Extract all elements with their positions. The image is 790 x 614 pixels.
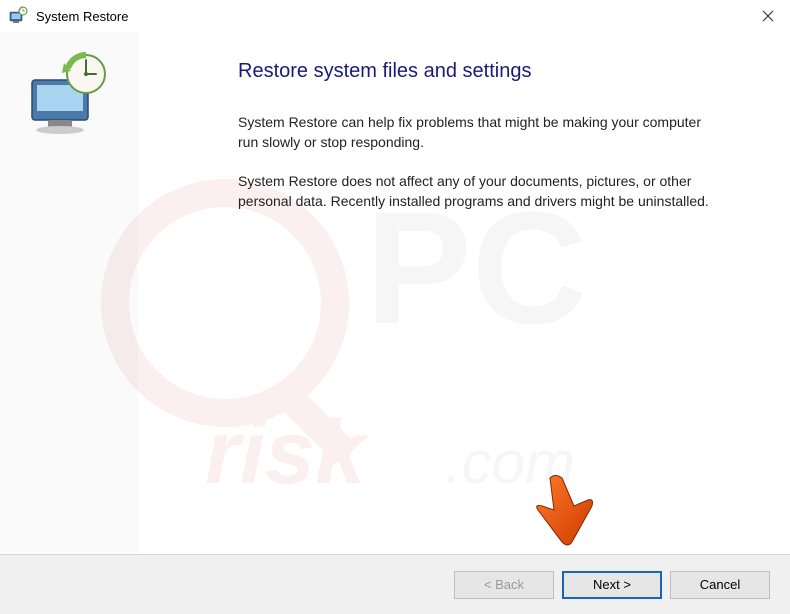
- close-button[interactable]: [758, 6, 778, 26]
- titlebar: System Restore: [0, 0, 790, 32]
- next-button[interactable]: Next >: [562, 571, 662, 599]
- app-icon: [8, 6, 28, 26]
- wizard-body: risk .com PC Restore system files and se…: [0, 32, 790, 554]
- content-area: Restore system files and settings System…: [138, 32, 790, 554]
- description-1: System Restore can help fix problems tha…: [238, 113, 718, 152]
- description-2: System Restore does not affect any of yo…: [238, 172, 718, 211]
- wizard-footer: < Back Next > Cancel: [0, 554, 790, 614]
- page-heading: Restore system files and settings: [238, 60, 750, 83]
- cancel-button[interactable]: Cancel: [670, 571, 770, 599]
- system-restore-icon: [24, 50, 114, 140]
- back-button: < Back: [454, 571, 554, 599]
- left-panel: [0, 32, 138, 554]
- arrow-annotation-icon: [530, 470, 600, 550]
- window-title: System Restore: [36, 9, 128, 24]
